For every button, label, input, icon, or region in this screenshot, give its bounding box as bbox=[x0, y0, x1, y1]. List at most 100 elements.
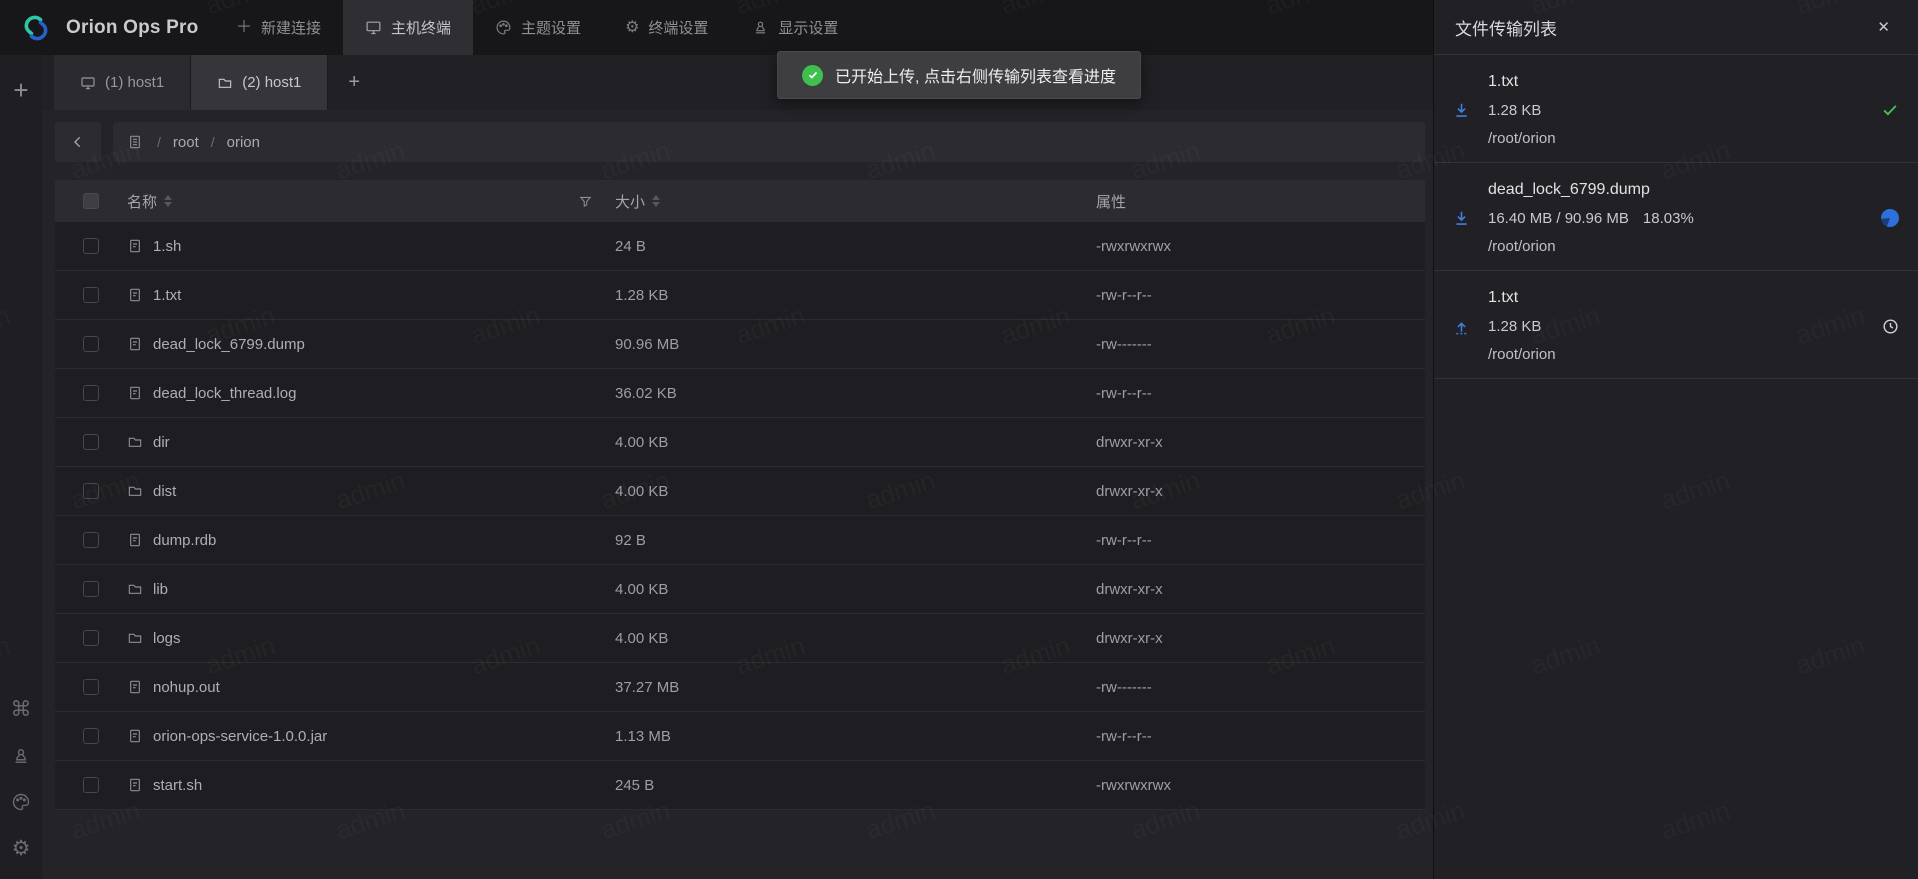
table-row[interactable]: dump.rdb 92 B -rw-r--r-- bbox=[55, 516, 1425, 565]
table-row[interactable]: lib 4.00 KB drwxr-xr-x bbox=[55, 565, 1425, 614]
file-name[interactable]: dir bbox=[153, 434, 170, 451]
monitor-icon bbox=[80, 75, 96, 91]
row-checkbox[interactable] bbox=[83, 385, 99, 401]
nav-item-theme-settings[interactable]: 主题设置 bbox=[473, 0, 603, 55]
select-all-checkbox[interactable] bbox=[83, 193, 99, 209]
file-name[interactable]: orion-ops-service-1.0.0.jar bbox=[153, 728, 327, 745]
file-size: 4.00 KB bbox=[615, 483, 1096, 500]
file-name[interactable]: 1.sh bbox=[153, 238, 181, 255]
top-bar: Orion Ops Pro ＋ 新建连接 主机终端 bbox=[0, 0, 1433, 55]
row-checkbox[interactable] bbox=[83, 532, 99, 548]
file-size: 245 B bbox=[615, 777, 1096, 794]
user-stamp-icon[interactable] bbox=[11, 746, 31, 766]
transfer-size: 1.28 KB bbox=[1488, 102, 1541, 119]
table-row[interactable]: orion-ops-service-1.0.0.jar 1.13 MB -rw-… bbox=[55, 712, 1425, 761]
filter-funnel-icon[interactable] bbox=[578, 194, 593, 209]
chevron-left-icon bbox=[70, 134, 86, 150]
table-row[interactable]: dead_lock_6799.dump 90.96 MB -rw------- bbox=[55, 320, 1425, 369]
file-name[interactable]: dist bbox=[153, 483, 176, 500]
file-size: 4.00 KB bbox=[615, 581, 1096, 598]
transfer-item[interactable]: 1.txt 1.28 KB /root/orion bbox=[1434, 271, 1918, 379]
transfer-item[interactable]: 1.txt 1.28 KB /root/orion bbox=[1434, 55, 1918, 163]
file-icon bbox=[127, 336, 143, 352]
close-icon[interactable]: ✕ bbox=[1877, 20, 1890, 35]
folder-icon bbox=[127, 581, 143, 597]
row-checkbox[interactable] bbox=[83, 630, 99, 646]
command-shortcut-icon[interactable]: ⌘ bbox=[11, 699, 32, 720]
download-icon bbox=[1434, 100, 1488, 121]
file-permissions: -rw-r--r-- bbox=[1096, 728, 1425, 745]
file-permissions: drwxr-xr-x bbox=[1096, 630, 1425, 647]
file-size: 36.02 KB bbox=[615, 385, 1096, 402]
file-size: 37.27 MB bbox=[615, 679, 1096, 696]
progress-pie-icon bbox=[1881, 209, 1899, 227]
nav-item-host-terminal[interactable]: 主机终端 bbox=[343, 0, 473, 55]
sort-by-name[interactable]: 名称 bbox=[127, 191, 172, 212]
column-attr-label: 属性 bbox=[1096, 191, 1126, 212]
stamp-user-icon bbox=[752, 19, 769, 36]
nav-item-new-connection[interactable]: ＋ 新建连接 bbox=[214, 0, 343, 55]
file-name[interactable]: dead_lock_6799.dump bbox=[153, 336, 305, 353]
file-name[interactable]: lib bbox=[153, 581, 168, 598]
row-checkbox[interactable] bbox=[83, 287, 99, 303]
file-name[interactable]: start.sh bbox=[153, 777, 202, 794]
filesystem-root-icon[interactable] bbox=[127, 134, 143, 150]
row-checkbox[interactable] bbox=[83, 581, 99, 597]
app-window: Orion Ops Pro ＋ 新建连接 主机终端 bbox=[0, 0, 1918, 879]
sort-by-size[interactable]: 大小 bbox=[615, 191, 660, 212]
file-permissions: -rw-r--r-- bbox=[1096, 385, 1425, 402]
upload-icon bbox=[1434, 316, 1488, 337]
tab-host1-files[interactable]: (2) host1 bbox=[191, 55, 328, 110]
row-checkbox[interactable] bbox=[83, 483, 99, 499]
row-checkbox[interactable] bbox=[83, 777, 99, 793]
folder-icon bbox=[127, 483, 143, 499]
table-row[interactable]: 1.sh 24 B -rwxrwxrwx bbox=[55, 222, 1425, 271]
table-row[interactable]: dist 4.00 KB drwxr-xr-x bbox=[55, 467, 1425, 516]
table-row[interactable]: 1.txt 1.28 KB -rw-r--r-- bbox=[55, 271, 1425, 320]
breadcrumb-segment-root[interactable]: root bbox=[173, 134, 199, 151]
file-permissions: drwxr-xr-x bbox=[1096, 483, 1425, 500]
transfer-percent: 18.03% bbox=[1643, 210, 1694, 227]
transfer-item[interactable]: dead_lock_6799.dump 16.40 MB / 90.96 MB … bbox=[1434, 163, 1918, 271]
file-icon bbox=[127, 238, 143, 254]
file-permissions: -rw-r--r-- bbox=[1096, 532, 1425, 549]
row-checkbox[interactable] bbox=[83, 679, 99, 695]
app-logo-icon bbox=[16, 14, 56, 42]
table-row[interactable]: start.sh 245 B -rwxrwxrwx bbox=[55, 761, 1425, 810]
settings-gear-icon[interactable]: ⚙ bbox=[12, 838, 31, 859]
breadcrumb: / root / orion bbox=[113, 122, 1425, 162]
back-button[interactable] bbox=[55, 122, 101, 162]
row-checkbox[interactable] bbox=[83, 434, 99, 450]
table-row[interactable]: dir 4.00 KB drwxr-xr-x bbox=[55, 418, 1425, 467]
success-circle-icon bbox=[802, 65, 823, 86]
file-permissions: -rw------- bbox=[1096, 336, 1425, 353]
main-content: (1) host1 (2) host1 + bbox=[42, 55, 1433, 879]
file-name[interactable]: dump.rdb bbox=[153, 532, 216, 549]
row-checkbox[interactable] bbox=[83, 238, 99, 254]
file-name[interactable]: logs bbox=[153, 630, 181, 647]
table-row[interactable]: dead_lock_thread.log 36.02 KB -rw-r--r-- bbox=[55, 369, 1425, 418]
tab-host1-terminal[interactable]: (1) host1 bbox=[54, 55, 191, 110]
sidebar-new-connection-button[interactable]: + bbox=[13, 77, 28, 103]
nav-item-display-settings[interactable]: 显示设置 bbox=[730, 0, 860, 55]
file-name[interactable]: dead_lock_thread.log bbox=[153, 385, 296, 402]
file-size: 92 B bbox=[615, 532, 1096, 549]
file-size: 24 B bbox=[615, 238, 1096, 255]
breadcrumb-row: / root / orion bbox=[55, 122, 1425, 162]
file-name[interactable]: nohup.out bbox=[153, 679, 220, 696]
theme-palette-icon[interactable] bbox=[11, 792, 31, 812]
terminal-monitor-icon bbox=[365, 19, 382, 36]
breadcrumb-segment-orion[interactable]: orion bbox=[227, 134, 260, 151]
table-row[interactable]: logs 4.00 KB drwxr-xr-x bbox=[55, 614, 1425, 663]
file-permissions: -rw-r--r-- bbox=[1096, 287, 1425, 304]
file-name[interactable]: 1.txt bbox=[153, 287, 181, 304]
folder-icon bbox=[127, 630, 143, 646]
file-size: 1.13 MB bbox=[615, 728, 1096, 745]
row-checkbox[interactable] bbox=[83, 336, 99, 352]
success-check-icon bbox=[1862, 100, 1918, 121]
table-row[interactable]: nohup.out 37.27 MB -rw------- bbox=[55, 663, 1425, 712]
transfer-path: /root/orion bbox=[1488, 229, 1862, 255]
add-tab-button[interactable]: + bbox=[328, 55, 380, 110]
nav-item-terminal-settings[interactable]: ⚙ 终端设置 bbox=[603, 0, 730, 55]
row-checkbox[interactable] bbox=[83, 728, 99, 744]
